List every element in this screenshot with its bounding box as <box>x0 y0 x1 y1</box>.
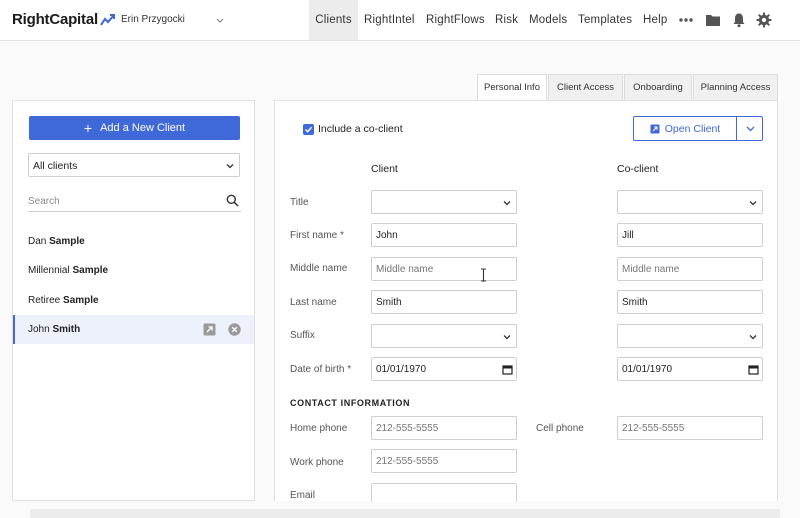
tab-personal-info[interactable]: Personal Info <box>477 74 547 100</box>
work-phone-label: Work phone <box>290 457 344 468</box>
contact-section-heading: CONTACT INFORMATION <box>290 398 411 408</box>
client-first-name-field <box>371 223 517 247</box>
client-name: John Smith <box>28 324 81 335</box>
chevron-down-icon <box>749 335 757 340</box>
work-phone-field <box>371 449 517 473</box>
cell-phone-input[interactable] <box>622 422 742 435</box>
user-name[interactable]: Erin Przygocki <box>121 14 185 25</box>
client-column-header: Client <box>371 163 398 175</box>
search-input[interactable] <box>28 193 218 209</box>
client-name: Dan Sample <box>28 236 85 247</box>
open-external-icon[interactable] <box>203 323 216 336</box>
nav-models[interactable]: Models <box>529 0 567 40</box>
chevron-down-icon <box>503 335 511 340</box>
chevron-down-icon <box>749 201 757 206</box>
chevron-down-icon <box>226 164 234 169</box>
client-first-name-input[interactable] <box>376 229 496 242</box>
client-name: Retiree Sample <box>28 295 99 306</box>
work-phone-input[interactable] <box>376 455 496 468</box>
include-cocLient-row[interactable]: Include a co-client <box>303 123 403 135</box>
more-icon[interactable] <box>678 12 694 28</box>
top-nav: RightCapital Erin Przygocki Clients Righ… <box>0 0 800 41</box>
nav-templates[interactable]: Templates <box>578 0 632 40</box>
client-filter-select[interactable]: All clients <box>28 153 240 177</box>
cocLient-middle-name-input[interactable] <box>622 263 742 276</box>
cocLient-title-select[interactable] <box>617 190 763 214</box>
client-last-name-input[interactable] <box>376 296 496 309</box>
logo-text: RightCapital <box>12 11 98 28</box>
calendar-icon[interactable] <box>502 364 513 375</box>
add-client-button[interactable]: + Add a New Client <box>29 116 240 140</box>
folder-icon[interactable] <box>705 12 721 28</box>
list-item[interactable]: Dan Sample <box>13 227 254 256</box>
client-dob-field <box>371 357 517 381</box>
dob-label: Date of birth * <box>290 364 352 375</box>
cocLient-middle-name-field <box>617 257 763 281</box>
suffix-label: Suffix <box>290 330 315 341</box>
client-sidebar: + Add a New Client All clients Dan Sampl… <box>12 100 255 501</box>
calendar-icon[interactable] <box>748 364 759 375</box>
list-item[interactable]: Retiree Sample <box>13 286 254 315</box>
client-dob-input[interactable] <box>376 363 496 376</box>
chevron-down-icon[interactable] <box>215 14 225 26</box>
list-item[interactable]: Millennial Sample <box>13 256 254 285</box>
tab-planning-access[interactable]: Planning Access <box>693 74 778 100</box>
chevron-down-icon <box>746 126 755 132</box>
nav-clients[interactable]: Clients <box>309 0 358 40</box>
open-client-button[interactable]: Open Client <box>634 117 737 140</box>
open-client-split-button: Open Client <box>633 116 763 141</box>
email-field[interactable] <box>371 483 517 502</box>
plus-icon: + <box>83 120 93 136</box>
nav-rightintel[interactable]: RightIntel <box>364 0 415 40</box>
cocLient-suffix-select[interactable] <box>617 324 763 348</box>
title-label: Title <box>290 197 309 208</box>
cell-phone-field <box>617 416 763 440</box>
client-suffix-select[interactable] <box>371 324 517 348</box>
last-name-label: Last name <box>290 297 337 308</box>
home-phone-field <box>371 416 517 440</box>
tab-onboarding[interactable]: Onboarding <box>624 74 692 100</box>
open-external-icon <box>650 124 660 133</box>
logo[interactable]: RightCapital <box>12 11 116 28</box>
client-search <box>28 191 241 212</box>
list-item-selected[interactable]: John Smith <box>13 315 254 344</box>
cell-phone-label: Cell phone <box>536 423 584 434</box>
home-phone-label: Home phone <box>290 423 348 434</box>
nav-help[interactable]: Help <box>643 0 667 40</box>
personal-info-panel: Include a co-client Open Client Client C… <box>274 100 778 502</box>
include-cocLient-checkbox[interactable] <box>303 123 314 135</box>
search-icon[interactable] <box>226 194 239 207</box>
check-icon <box>304 126 313 133</box>
remove-icon[interactable] <box>228 323 241 336</box>
client-middle-name-input[interactable] <box>376 263 496 276</box>
text-cursor-icon <box>481 268 486 282</box>
bottom-edge <box>30 509 780 518</box>
bell-icon[interactable] <box>731 12 747 28</box>
client-filter-value: All clients <box>33 160 78 172</box>
email-label: Email <box>290 490 316 501</box>
client-middle-name-field <box>371 257 517 281</box>
cocLient-first-name-input[interactable] <box>622 229 742 242</box>
gear-icon[interactable] <box>756 12 772 28</box>
first-name-label: First name * <box>290 230 344 241</box>
tab-client-access[interactable]: Client Access <box>548 74 623 100</box>
middle-name-label: Middle name <box>290 263 348 274</box>
cocLient-last-name-input[interactable] <box>622 296 742 309</box>
cocLient-last-name-field <box>617 290 763 314</box>
client-title-select[interactable] <box>371 190 517 214</box>
logo-chart-icon <box>100 13 115 26</box>
home-phone-input[interactable] <box>376 422 496 435</box>
cocLient-dob-field <box>617 357 763 381</box>
cocLient-column-header: Co-client <box>617 163 659 175</box>
nav-risk[interactable]: Risk <box>495 0 518 40</box>
chevron-down-icon <box>503 201 511 206</box>
client-last-name-field <box>371 290 517 314</box>
include-cocLient-label: Include a co-client <box>318 123 403 135</box>
cocLient-dob-input[interactable] <box>622 363 742 376</box>
open-client-dropdown[interactable] <box>738 117 763 140</box>
add-client-label: Add a New Client <box>100 122 186 134</box>
cocLient-first-name-field <box>617 223 763 247</box>
nav-rightflows[interactable]: RightFlows <box>426 0 485 40</box>
client-name: Millennial Sample <box>28 265 109 276</box>
